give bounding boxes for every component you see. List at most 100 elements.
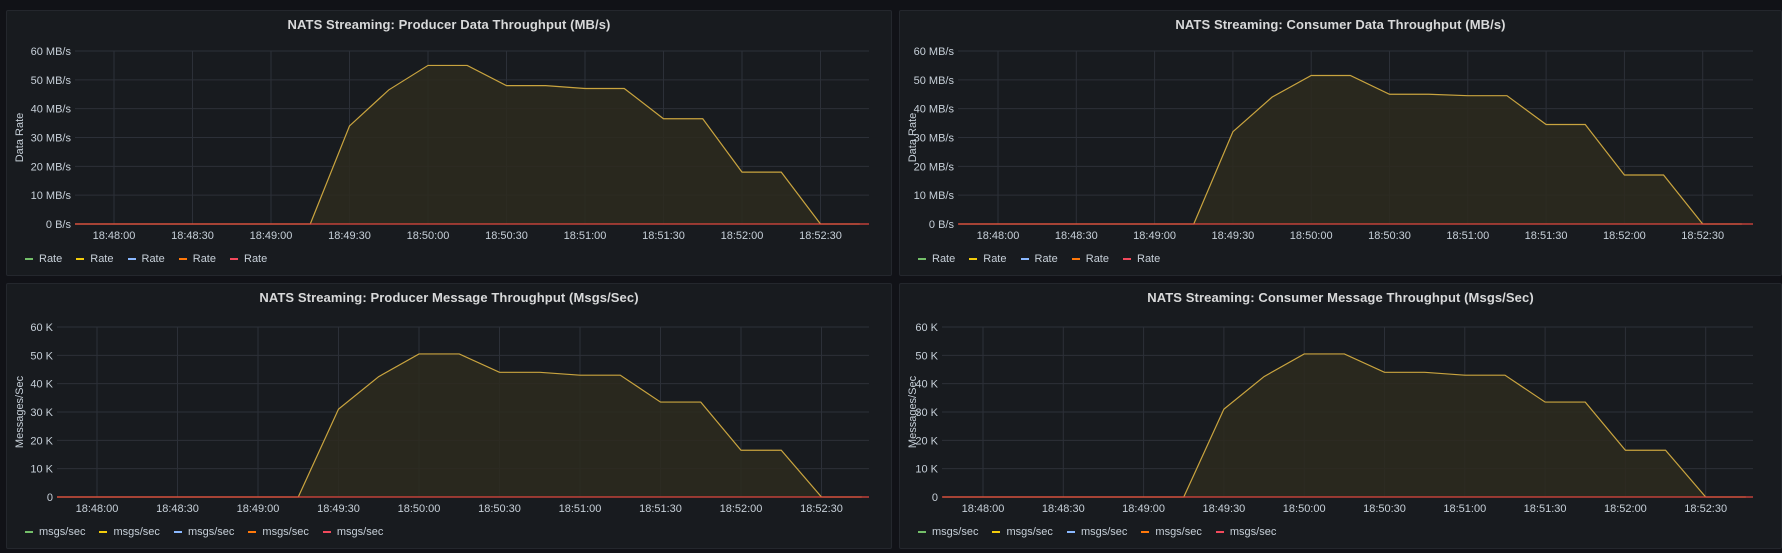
y-tick-label: 0 B/s	[929, 219, 955, 231]
x-tick-label: 18:52:30	[1684, 503, 1727, 515]
y-tick-label: 0	[47, 492, 53, 504]
y-tick-label: 60 MB/s	[31, 46, 72, 58]
panel-producer-message-throughput[interactable]: NATS Streaming: Producer Message Through…	[6, 283, 892, 549]
x-tick-label: 18:48:30	[1042, 503, 1085, 515]
x-tick-label: 18:50:00	[398, 503, 441, 515]
legend-label: Rate	[244, 253, 268, 265]
legend-swatch	[918, 531, 926, 533]
x-tick-label: 18:51:00	[1446, 230, 1489, 242]
legend-label: msgs/sec	[187, 526, 235, 538]
legend-label: Rate	[932, 253, 956, 265]
y-axis-title: Messages/Sec	[907, 375, 919, 448]
legend-item[interactable]: msgs/sec	[918, 526, 978, 538]
legend-label: Rate	[39, 253, 63, 265]
y-tick-label: 20 MB/s	[31, 161, 72, 173]
legend: msgs/sec msgs/sec msgs/sec msgs/sec msgs/sec	[25, 526, 383, 538]
x-tick-label: 18:52:30	[1681, 230, 1724, 242]
legend-item[interactable]: msgs/sec	[173, 526, 235, 538]
panel-consumer-data-throughput[interactable]: NATS Streaming: Consumer Data Throughput…	[899, 10, 1782, 276]
y-tick-label: 30 MB/s	[914, 133, 955, 145]
x-tick-label: 18:49:00	[1122, 503, 1165, 515]
x-tick-label: 18:52:30	[800, 503, 843, 515]
chart-producer-message-throughput: 0 10 K 20 K 30 K 40 K 50 K 60 K 18:48:00 18:48:3…	[14, 322, 869, 515]
legend-swatch	[1071, 258, 1080, 260]
x-tick-label: 18:52:00	[721, 230, 764, 242]
legend: msgs/sec msgs/sec msgs/sec msgs/sec msgs/sec	[918, 526, 1276, 538]
y-tick-label: 60 K	[30, 322, 53, 334]
x-tick-label: 18:48:00	[977, 230, 1020, 242]
legend-label: msgs/sec	[262, 526, 309, 538]
x-tick-label: 18:50:30	[1368, 230, 1411, 242]
x-tick-label: 18:51:30	[642, 230, 685, 242]
y-tick-label: 30 K	[30, 407, 53, 419]
legend-swatch	[918, 258, 926, 260]
legend-swatch	[25, 258, 33, 260]
legend-swatch	[992, 531, 1001, 533]
x-tick-label: 18:51:30	[639, 503, 682, 515]
legend-item[interactable]: msgs/sec	[1215, 526, 1277, 538]
legend-item[interactable]: msgs/sec	[1066, 526, 1127, 538]
y-tick-label: 40 MB/s	[31, 104, 72, 116]
x-tick-label: 18:52:00	[1604, 503, 1647, 515]
y-axis-title: Data Rate	[14, 113, 26, 163]
y-tick-label: 30 MB/s	[31, 133, 72, 145]
y-axis-title: Messages/Sec	[14, 375, 26, 448]
legend-swatch	[99, 531, 108, 533]
y-axis-title: Data Rate	[907, 113, 919, 163]
legend-item[interactable]: msgs/sec	[992, 526, 1053, 538]
x-tick-label: 18:49:30	[317, 503, 360, 515]
y-tick-label: 50 K	[915, 350, 938, 362]
y-tick-label: 0 B/s	[46, 219, 72, 231]
legend-swatch	[76, 258, 85, 260]
legend-label: msgs/sec	[1155, 526, 1202, 538]
x-tick-label: 18:50:30	[485, 230, 528, 242]
x-tick-label: 18:50:00	[1290, 230, 1333, 242]
legend-item[interactable]: Rate	[178, 253, 216, 265]
y-tick-label: 40 MB/s	[914, 104, 955, 116]
x-tick-label: 18:51:00	[1443, 503, 1486, 515]
legend-label: Rate	[983, 253, 1007, 265]
x-tick-label: 18:51:00	[559, 503, 602, 515]
legend-item[interactable]: Rate	[969, 253, 1007, 265]
legend-swatch	[1066, 531, 1075, 533]
panel-consumer-message-throughput[interactable]: NATS Streaming: Consumer Message Through…	[899, 283, 1782, 549]
legend-swatch	[969, 258, 978, 260]
x-tick-label: 18:48:00	[93, 230, 136, 242]
y-tick-label: 50 MB/s	[31, 75, 72, 87]
legend-item[interactable]: Rate	[76, 253, 114, 265]
y-tick-label: 10 K	[915, 464, 938, 476]
legend-swatch	[230, 258, 238, 260]
x-tick-label: 18:51:00	[564, 230, 607, 242]
legend-swatch	[1141, 531, 1150, 533]
legend-item[interactable]: Rate	[1123, 253, 1160, 265]
x-tick-label: 18:48:30	[1055, 230, 1098, 242]
legend-label: msgs/sec	[1229, 526, 1277, 538]
dashboard-top-strip	[0, 0, 1782, 4]
legend-item[interactable]: msgs/sec	[248, 526, 309, 538]
legend-item[interactable]: Rate	[1020, 253, 1058, 265]
x-tick-label: 18:49:00	[1133, 230, 1176, 242]
x-tick-label: 18:51:30	[1524, 503, 1567, 515]
legend-swatch	[1123, 258, 1131, 260]
legend-item[interactable]: Rate	[1071, 253, 1109, 265]
panel-producer-data-throughput[interactable]: NATS Streaming: Producer Data Throughput…	[6, 10, 892, 276]
x-tick-label: 18:49:00	[250, 230, 293, 242]
x-tick-label: 18:50:30	[1363, 503, 1406, 515]
legend-swatch	[1215, 531, 1224, 533]
legend-swatch	[25, 531, 33, 533]
legend-label: Rate	[1034, 253, 1058, 265]
legend-item[interactable]: Rate	[127, 253, 165, 265]
legend-label: Rate	[141, 253, 165, 265]
legend-item[interactable]: msgs/sec	[322, 526, 383, 538]
legend: Rate Rate Rate Rate Rate	[918, 253, 1160, 265]
x-tick-label: 18:50:30	[478, 503, 521, 515]
legend-item[interactable]: msgs/sec	[99, 526, 160, 538]
legend-swatch	[178, 258, 187, 260]
legend-item[interactable]: Rate	[918, 253, 955, 265]
chart-consumer-message-throughput: 010 K20 K30 K40 K50 K60 K18:48:00 18:48:3…	[907, 322, 1753, 515]
legend-item[interactable]: msgs/sec	[25, 526, 85, 538]
legend-item[interactable]: Rate	[230, 253, 267, 265]
legend-item[interactable]: msgs/sec	[1141, 526, 1202, 538]
legend-swatch	[248, 531, 257, 533]
legend-item[interactable]: Rate	[25, 253, 62, 265]
